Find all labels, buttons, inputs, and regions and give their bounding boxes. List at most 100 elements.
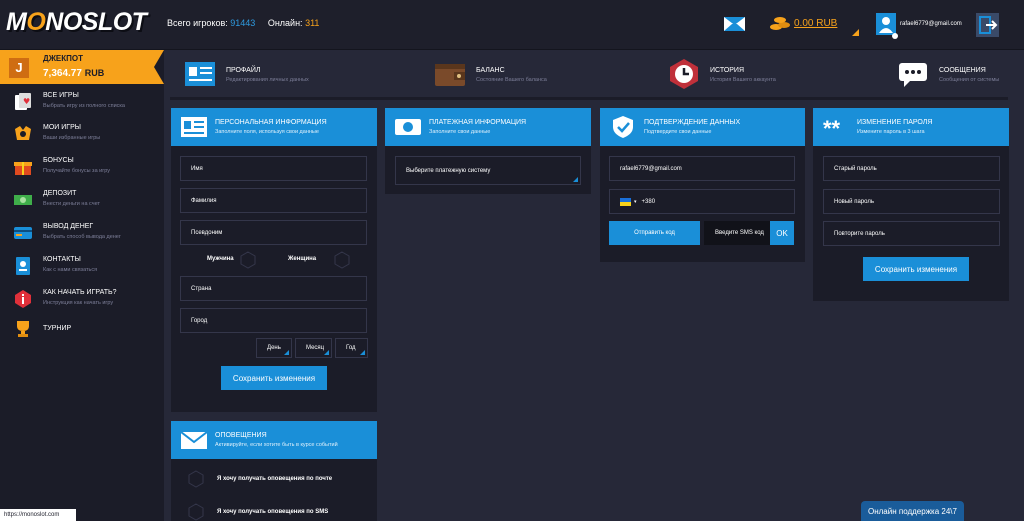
repeat-password-field[interactable]: Повторите пароль <box>823 221 1000 246</box>
gift-icon <box>14 162 32 175</box>
day-select[interactable]: День <box>256 338 292 358</box>
email-notify-label: Я хочу получать оповещения по почте <box>217 476 333 482</box>
save-personal-button[interactable]: Сохранить изменения <box>221 366 327 390</box>
sidebar-item-sub: Получайте бонусы за игру <box>43 168 110 174</box>
country-field[interactable]: Страна <box>180 276 367 301</box>
month-dropdown-icon <box>324 350 329 355</box>
sidebar-item-withdraw[interactable]: ВЫВОД ДЕНЕГ Выбрать способ вывода денег <box>0 218 164 250</box>
old-password-field[interactable]: Старый пароль <box>823 156 1000 181</box>
sidebar-item-label: ДЕПОЗИТ <box>43 190 77 197</box>
sidebar-item-contacts[interactable]: КОНТАКТЫ Как с нами связаться <box>0 251 164 283</box>
user-avatar-icon[interactable] <box>876 13 898 39</box>
country-dropdown-icon[interactable]: ▾ <box>634 199 637 205</box>
day-dropdown-icon <box>284 350 289 355</box>
balance-dropdown-icon[interactable] <box>852 29 859 36</box>
logout-icon[interactable] <box>976 13 999 37</box>
female-radio[interactable] <box>334 251 350 269</box>
sidebar-item-label: ТУРНИР <box>43 325 72 332</box>
verify-email-field[interactable]: rafael6779@gmail.com <box>609 156 795 181</box>
female-label: Женщина <box>288 256 317 262</box>
tab-balance[interactable]: БАЛАНС Состояние Вашего баланса <box>434 58 564 92</box>
year-dropdown-icon <box>360 350 365 355</box>
sidebar-item-how-to-start[interactable]: КАК НАЧАТЬ ИГРАТЬ? Инструкция как начать… <box>0 284 164 316</box>
tab-sub: История Вашего аккаунта <box>710 77 776 83</box>
sidebar-item-label: МОИ ИГРЫ <box>43 124 81 131</box>
online-support-button[interactable]: Онлайн поддержка 24\7 <box>861 501 964 521</box>
online-count: 311 <box>305 18 320 28</box>
card-icon <box>14 227 32 239</box>
header-bar <box>0 0 1024 50</box>
sms-notify-checkbox[interactable] <box>188 503 204 521</box>
sidebar-item-my-games[interactable]: МОИ ИГРЫ Ваши избранные игры <box>0 119 164 151</box>
status-url: https://monoslot.com <box>0 509 76 521</box>
panel-title: ОПОВЕЩЕНИЯ <box>215 432 267 439</box>
info-icon <box>15 290 31 308</box>
contacts-icon <box>16 257 30 275</box>
balance-link[interactable]: 0.00 RUB <box>794 18 837 29</box>
chat-bubble-icon <box>899 63 927 87</box>
id-card-icon <box>181 117 207 137</box>
cash-icon <box>395 119 421 135</box>
jackpot-amount: 7,364.77 RUB <box>43 68 105 79</box>
payment-info-panel: ПЛАТЕЖНАЯ ИНФОРМАЦИЯ Заполните свои данн… <box>385 108 591 194</box>
send-code-button[interactable]: Отправить код <box>609 221 700 245</box>
tab-profile[interactable]: ПРОФАЙЛ Редактирования личных данных <box>184 58 344 92</box>
shield-check-icon <box>613 116 633 138</box>
user-email[interactable]: rafael6779@gmail.com <box>900 21 962 27</box>
panel-title: ИЗМЕНЕНИЕ ПАРОЛЯ <box>857 119 933 126</box>
change-password-panel: ** ИЗМЕНЕНИЕ ПАРОЛЯ Измените пароль в 3 … <box>813 108 1009 301</box>
sidebar-item-label: БОНУСЫ <box>43 157 74 164</box>
save-password-button[interactable]: Сохранить изменения <box>863 257 969 281</box>
sidebar-item-sub: Выбрать игру из полного списка <box>43 103 125 109</box>
panel-header: ПОДТВЕРЖДЕНИЕ ДАННЫХ Подтвердите свои да… <box>600 108 805 146</box>
player-stats: Всего игроков: 91443 Онлайн: 311 <box>167 18 319 28</box>
panel-subtitle: Подтвердите свои данные <box>644 129 712 135</box>
new-password-field[interactable]: Новый пароль <box>823 189 1000 214</box>
tab-sub: Состояние Вашего баланса <box>476 77 547 83</box>
sidebar-item-label: ВСЕ ИГРЫ <box>43 92 79 99</box>
panel-header: ПЕРСОНАЛЬНАЯ ИНФОРМАЦИЯ Заполните поля, … <box>171 108 377 146</box>
panel-subtitle: Заполните поля, используя свои данные <box>215 129 319 135</box>
nickname-field[interactable]: Псевдоним <box>180 220 367 245</box>
sidebar-item-all-games[interactable]: ♥ ВСЕ ИГРЫ Выбрать игру из полного списк… <box>0 87 164 119</box>
tab-messages[interactable]: СООБЩЕНИЯ Сообщения от системы <box>897 58 1017 92</box>
tab-history[interactable]: ИСТОРИЯ История Вашего аккаунта <box>668 58 798 92</box>
sidebar-item-bonuses[interactable]: БОНУСЫ Получайте бонусы за игру <box>0 152 164 184</box>
sidebar-item-sub: Ваши избранные игры <box>43 135 101 141</box>
male-radio[interactable] <box>240 251 256 269</box>
mail-icon[interactable] <box>723 12 746 36</box>
panel-header: ПЛАТЕЖНАЯ ИНФОРМАЦИЯ Заполните свои данн… <box>385 108 591 146</box>
cash-icon <box>14 195 32 205</box>
players-label: Всего игроков: <box>167 18 228 28</box>
sms-code-field[interactable]: Введите SMS код <box>704 221 770 245</box>
panel-title: ПОДТВЕРЖДЕНИЕ ДАННЫХ <box>644 119 741 126</box>
tabs-divider <box>170 97 1008 100</box>
year-select[interactable]: Год <box>335 338 368 358</box>
sidebar-item-deposit[interactable]: ДЕПОЗИТ Внести деньги на счет <box>0 185 164 217</box>
jackpot-banner[interactable]: J ДЖЕКПОТ 7,364.77 RUB <box>0 50 164 84</box>
payment-system-select[interactable]: Выберите платежную систему <box>395 156 581 185</box>
sidebar-item-tournament[interactable]: ТУРНИР <box>0 314 164 346</box>
players-count: 91443 <box>230 18 256 28</box>
asterisk-icon: ** <box>823 116 841 141</box>
sidebar-item-sub: Инструкция как начать игру <box>43 300 114 306</box>
ok-button[interactable]: OK <box>770 221 794 245</box>
panel-title: ПЕРСОНАЛЬНАЯ ИНФОРМАЦИЯ <box>215 119 327 126</box>
phone-field[interactable]: ▾ +380 <box>609 189 795 214</box>
cards-icon: ♥ <box>15 93 31 110</box>
city-field[interactable]: Город <box>180 308 367 333</box>
sms-notify-label: Я хочу получать оповещения по SMS <box>217 509 329 515</box>
month-select[interactable]: Месяц <box>295 338 332 358</box>
payment-dropdown-icon <box>573 177 578 182</box>
site-logo[interactable]: MONOSLOT <box>6 8 147 37</box>
verification-panel: ПОДТВЕРЖДЕНИЕ ДАННЫХ Подтвердите свои да… <box>600 108 805 262</box>
favorite-icon <box>15 126 31 140</box>
tab-label: СООБЩЕНИЯ <box>939 67 986 74</box>
id-card-icon <box>185 62 215 86</box>
email-notify-checkbox[interactable] <box>188 470 204 488</box>
name-field[interactable]: Имя <box>180 156 367 181</box>
sidebar-item-sub: Как с нами связаться <box>43 267 98 273</box>
surname-field[interactable]: Фамилия <box>180 188 367 213</box>
ukraine-flag-icon <box>620 197 631 206</box>
sidebar-item-label: КОНТАКТЫ <box>43 256 81 263</box>
